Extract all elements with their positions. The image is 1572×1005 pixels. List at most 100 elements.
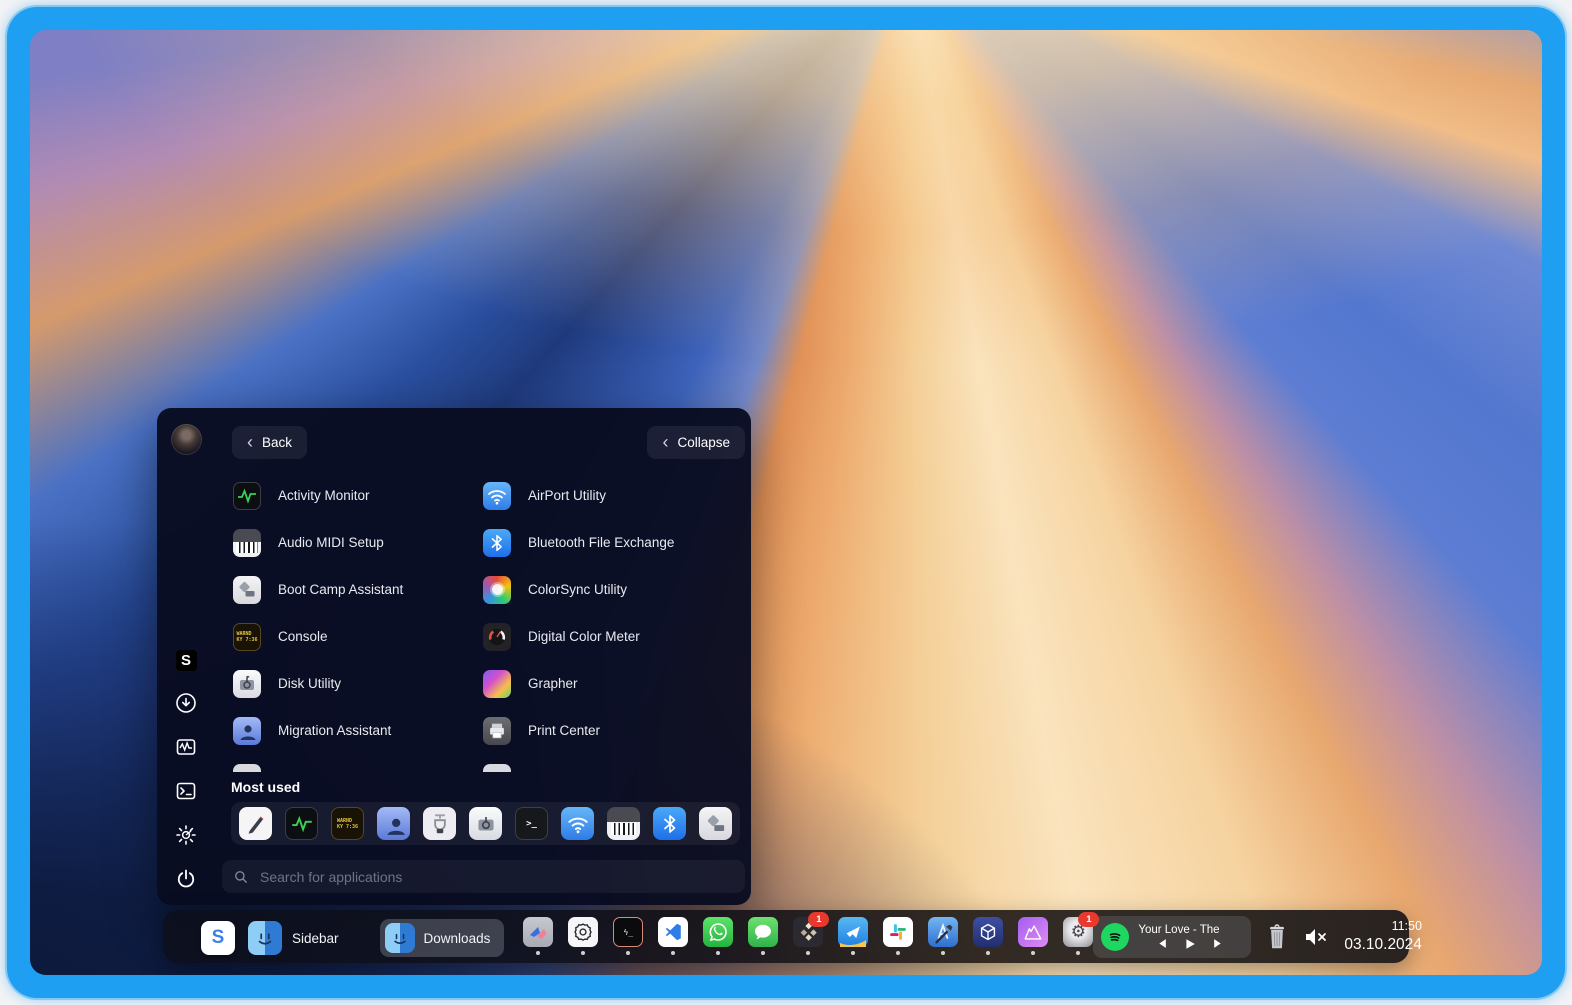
running-indicator: [896, 951, 900, 955]
screenshot-canvas: S: [0, 0, 1572, 1005]
dock-app-vscode[interactable]: [658, 917, 688, 955]
chevron-left-icon: ‹: [662, 433, 668, 451]
messages-icon: [748, 917, 778, 947]
dock-app-system-settings[interactable]: ⚙ 1: [1063, 917, 1093, 955]
clock[interactable]: 11:50 03.10.2024: [1344, 919, 1422, 954]
launcher-header: ‹ Back ‹ Collapse: [215, 426, 745, 459]
dock-app-slack[interactable]: [883, 917, 913, 955]
running-indicator: [1076, 951, 1080, 955]
running-indicator: [626, 951, 630, 955]
downloads-icon[interactable]: [174, 691, 198, 715]
app-label: Audio MIDI Setup: [278, 535, 384, 550]
running-indicator: [941, 951, 945, 955]
sidebar-app-logo[interactable]: S: [201, 921, 235, 955]
collapse-button-label: Collapse: [677, 435, 730, 450]
search-input[interactable]: [258, 868, 735, 886]
dock-app-chatgpt[interactable]: [568, 917, 598, 955]
terminal-icon[interactable]: >_: [515, 807, 548, 840]
airport-utility-icon[interactable]: [561, 807, 594, 840]
app-row-digital-color-meter[interactable]: Digital Color Meter: [483, 613, 733, 660]
boot-camp-icon: [233, 576, 261, 604]
slack-icon: [883, 917, 913, 947]
power-icon[interactable]: [174, 867, 198, 891]
terminal-app-icon: ϟ_: [613, 917, 643, 947]
app-row-console[interactable]: WARNDKY 7:36 Console: [233, 613, 483, 660]
desktop: S: [30, 30, 1542, 975]
console-icon: WARNDKY 7:36: [233, 623, 261, 651]
app-row-audio-midi-setup[interactable]: Audio MIDI Setup: [233, 519, 483, 566]
app-row-airport-utility[interactable]: AirPort Utility: [483, 472, 733, 519]
app-row-boot-camp-assistant[interactable]: Boot Camp Assistant: [233, 566, 483, 613]
migration-assistant-icon: [233, 717, 261, 745]
previous-track-button[interactable]: [1155, 938, 1168, 949]
app-row-disk-utility[interactable]: Disk Utility: [233, 660, 483, 707]
archive-utility-icon[interactable]: [423, 807, 456, 840]
affinity-photo-icon: [1018, 917, 1048, 947]
dock-app-whatsapp[interactable]: [703, 917, 733, 955]
collapse-button[interactable]: ‹ Collapse: [647, 426, 745, 459]
activity-monitor-icon: [233, 482, 261, 510]
partially-visible-app-icon: [233, 764, 261, 773]
activity-monitor-icon[interactable]: [285, 807, 318, 840]
app-row-print-center[interactable]: Print Center: [483, 707, 733, 754]
migration-assistant-icon[interactable]: [377, 807, 410, 840]
running-indicator: [716, 951, 720, 955]
disk-utility-icon[interactable]: [469, 807, 502, 840]
notification-badge: 1: [1078, 912, 1099, 927]
text-editor-icon[interactable]: [239, 807, 272, 840]
search-bar[interactable]: [222, 860, 745, 893]
sidebar-app-logo[interactable]: S: [176, 650, 197, 671]
play-button[interactable]: [1184, 938, 1196, 950]
app-row-migration-assistant[interactable]: Migration Assistant: [233, 707, 483, 754]
airport-utility-icon: [483, 482, 511, 510]
spotify-icon: [1101, 923, 1129, 951]
disk-utility-icon: [233, 670, 261, 698]
finder-icon: [385, 923, 415, 953]
boot-camp-icon[interactable]: [699, 807, 732, 840]
back-button[interactable]: ‹ Back: [232, 426, 307, 459]
dock-app-origami-birds[interactable]: [523, 917, 553, 955]
terminal-icon[interactable]: [174, 779, 198, 803]
launcher-panel: S: [157, 408, 751, 905]
downloads-button[interactable]: Downloads: [380, 919, 505, 957]
trash-icon[interactable]: [1264, 922, 1290, 952]
dock-app-cube-3d[interactable]: [973, 917, 1003, 955]
dock-app-messages[interactable]: [748, 917, 778, 955]
running-indicator: [761, 951, 765, 955]
dock-app-pinwheel[interactable]: 1: [793, 917, 823, 955]
dock-app-spark-mail[interactable]: [838, 917, 868, 955]
volume-muted-icon[interactable]: [1303, 926, 1329, 948]
console-icon[interactable]: WARNDKY 7:36: [331, 807, 364, 840]
dock: S Sidebar Downloads: [163, 910, 1409, 963]
search-icon: [232, 868, 250, 886]
app-row-activity-monitor[interactable]: Activity Monitor: [233, 472, 483, 519]
finder-icon[interactable]: [248, 921, 282, 955]
running-indicator: [986, 951, 990, 955]
xcode-icon: [928, 917, 958, 947]
dock-app-xcode[interactable]: [928, 917, 958, 955]
notification-badge: 1: [808, 912, 829, 927]
pinwheel-app-icon: 1: [793, 917, 823, 947]
dock-app-terminal[interactable]: ϟ_: [613, 917, 643, 955]
dock-app-affinity-photo[interactable]: [1018, 917, 1048, 955]
date-label: 03.10.2024: [1344, 935, 1422, 954]
user-avatar[interactable]: [171, 424, 202, 455]
next-track-button[interactable]: [1212, 938, 1225, 949]
app-label: Boot Camp Assistant: [278, 582, 403, 597]
print-center-icon: [483, 717, 511, 745]
app-row-partially-visible: [483, 754, 733, 772]
digital-color-meter-icon: [483, 623, 511, 651]
dock-apps: ϟ_: [523, 910, 1093, 955]
settings-gear-icon[interactable]: [174, 823, 198, 847]
app-row-grapher[interactable]: Grapher: [483, 660, 733, 707]
activity-monitor-icon[interactable]: [174, 735, 198, 759]
app-row-bluetooth-file-exchange[interactable]: Bluetooth File Exchange: [483, 519, 733, 566]
sidebar-label: Sidebar: [292, 931, 339, 946]
bluetooth-icon[interactable]: [653, 807, 686, 840]
app-row-colorsync-utility[interactable]: ColorSync Utility: [483, 566, 733, 613]
now-playing-widget[interactable]: Your Love - The: [1093, 916, 1251, 958]
audio-midi-setup-icon[interactable]: [607, 807, 640, 840]
running-indicator: [581, 951, 585, 955]
most-used-heading: Most used: [231, 779, 745, 795]
dock-right-group: Your Love - The 11:50 03.10.2024: [1093, 910, 1432, 963]
